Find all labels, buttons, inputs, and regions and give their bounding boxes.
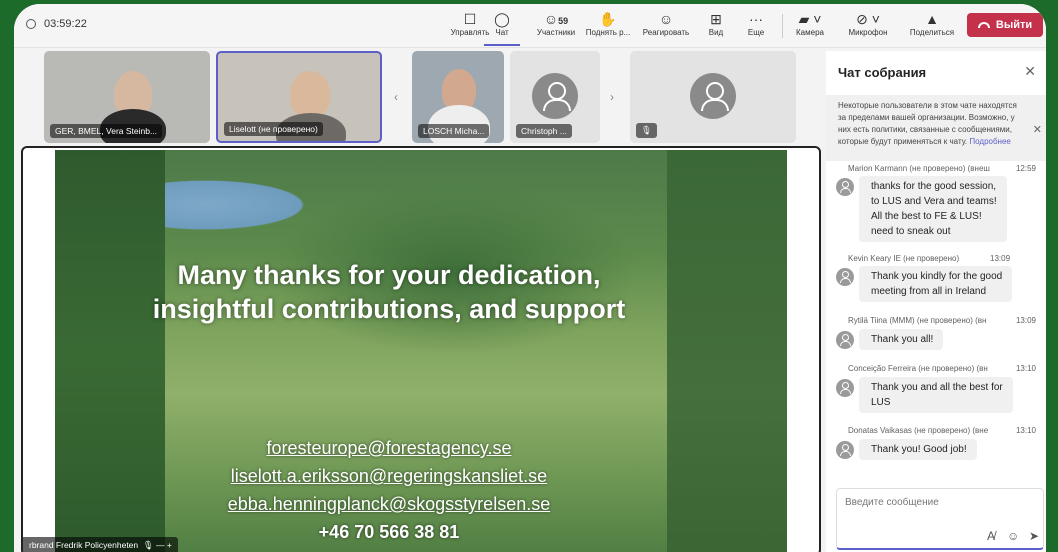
participants-button[interactable]: ☺59 Участники bbox=[528, 10, 584, 37]
avatar-icon bbox=[690, 73, 736, 119]
presentation-slide: Many thanks for your dedication, insight… bbox=[55, 150, 787, 552]
participants-count: 59 bbox=[558, 16, 569, 26]
participant-name: LOSCH Micha... bbox=[418, 124, 490, 138]
chat-title: Чат собрания bbox=[838, 65, 927, 80]
timer-text: 03:59:22 bbox=[44, 18, 87, 30]
presenter-label: rbrand Fredrik Policyenheten 🎙 — + bbox=[23, 537, 178, 552]
message-composer: A̸ ☺ ➤ bbox=[836, 488, 1044, 550]
avatar-icon bbox=[836, 178, 854, 196]
send-icon[interactable]: ➤ bbox=[1029, 529, 1039, 543]
slide-contacts: foresteurope@forestagency.se liselott.a.… bbox=[55, 434, 723, 546]
avatar-icon bbox=[836, 331, 854, 349]
chat-message[interactable]: thanks for the good session, to LUS and … bbox=[859, 176, 1007, 242]
participant-video bbox=[290, 71, 330, 117]
participant-tile[interactable]: 🎙 bbox=[630, 51, 796, 143]
meeting-toolbar: 03:59:22 ☐ Управлять ◯ Чат ☺59 Участники… bbox=[14, 4, 1046, 48]
camera-button[interactable]: ▰ ˅ Камера bbox=[782, 10, 838, 37]
strip-next-icon[interactable]: › bbox=[610, 90, 614, 104]
share-button[interactable]: ▲ Поделиться bbox=[904, 10, 960, 37]
dismiss-notice-icon[interactable]: ✕ bbox=[1033, 123, 1042, 136]
chat-button[interactable]: ◯ Чат bbox=[484, 10, 520, 46]
learn-more-link[interactable]: Подробнее bbox=[969, 137, 1011, 146]
participant-name: Liselott (не проверено) bbox=[224, 122, 323, 136]
chat-icon: ◯ bbox=[494, 11, 510, 27]
chat-message[interactable]: Thank you kindly for the good meeting fr… bbox=[859, 266, 1013, 302]
close-icon[interactable]: ✕ bbox=[1024, 63, 1036, 80]
participant-tile[interactable]: LOSCH Micha... bbox=[412, 51, 504, 143]
timer-icon bbox=[26, 19, 36, 29]
more-button[interactable]: ··· Еще bbox=[728, 10, 784, 37]
chat-message[interactable]: Thank you and all the best for LUS bbox=[859, 377, 1013, 413]
phone-icon bbox=[977, 22, 990, 28]
message-time: 13:09 bbox=[990, 254, 1011, 263]
format-icon[interactable]: A̸ bbox=[987, 529, 995, 543]
mic-muted-icon: 🎙 bbox=[636, 123, 657, 138]
participant-tile[interactable]: GER, BMEL, Vera Steinb... bbox=[44, 51, 210, 143]
meeting-timer: 03:59:22 bbox=[26, 18, 87, 30]
more-icon: ··· bbox=[749, 11, 763, 27]
chat-panel: Чат собрания ✕ Некоторые пользователи в … bbox=[826, 51, 1046, 552]
message-author: Rytilä Tiina (MMM) (не проверено) (вн bbox=[848, 316, 987, 325]
message-time: 12:59 bbox=[1015, 164, 1036, 173]
avatar-icon bbox=[836, 379, 854, 397]
mic-muted-icon: 🎙 — + bbox=[140, 540, 172, 550]
chat-message[interactable]: Thank you! Good job! bbox=[859, 439, 977, 460]
smile-icon: ☺ bbox=[658, 11, 674, 27]
react-button[interactable]: ☺ Реагировать bbox=[638, 10, 694, 37]
chat-message[interactable]: Thank you all! bbox=[859, 329, 944, 350]
message-input[interactable] bbox=[845, 497, 1025, 508]
message-author: Kevin Keary IE (не проверено) bbox=[848, 254, 960, 263]
contact-email[interactable]: liselott.a.eriksson@regeringskansliet.se bbox=[55, 462, 723, 490]
mic-button[interactable]: ⊘ ˅ Микрофон bbox=[840, 10, 896, 37]
shared-content-stage[interactable]: Many thanks for your dedication, insight… bbox=[21, 146, 821, 552]
participant-tile[interactable]: Christoph ... bbox=[510, 51, 600, 143]
contact-email[interactable]: ebba.henningplanck@skogsstyrelsen.se bbox=[55, 490, 723, 518]
external-users-notice: Некоторые пользователи в этом чате наход… bbox=[826, 95, 1046, 161]
participant-name: Christoph ... bbox=[516, 124, 572, 138]
message-time: 13:10 bbox=[1015, 364, 1036, 373]
camera-off-icon: ▰ ˅ bbox=[798, 11, 822, 27]
raise-hand-button[interactable]: ✋ Поднять р... bbox=[580, 10, 636, 37]
avatar-icon bbox=[836, 441, 854, 459]
contact-email[interactable]: foresteurope@forestagency.se bbox=[55, 434, 723, 462]
avatar-icon bbox=[532, 73, 578, 119]
message-author: Conceição Ferreira (не проверено) (вн bbox=[848, 364, 988, 373]
message-author: Marion Karmann (не проверено) (внеш bbox=[848, 164, 990, 173]
emoji-icon[interactable]: ☺ bbox=[1007, 529, 1019, 543]
message-time: 13:09 bbox=[1015, 316, 1036, 325]
teams-window: 03:59:22 ☐ Управлять ◯ Чат ☺59 Участники… bbox=[14, 4, 1046, 552]
leave-button[interactable]: Выйти bbox=[967, 13, 1043, 37]
message-author: Donatas Vaikasas (не проверено) (вне bbox=[848, 426, 989, 435]
hand-icon: ✋ bbox=[599, 11, 617, 27]
share-icon: ▲ bbox=[925, 11, 939, 27]
avatar-icon bbox=[836, 268, 854, 286]
strip-prev-icon[interactable]: ‹ bbox=[394, 90, 398, 104]
message-time: 13:10 bbox=[1015, 426, 1036, 435]
slide-title: Many thanks for your dedication, insight… bbox=[152, 260, 626, 324]
people-icon: ☺59 bbox=[543, 11, 569, 27]
participant-name: GER, BMEL, Vera Steinb... bbox=[50, 124, 163, 138]
participant-tile-selected[interactable]: Liselott (не проверено) bbox=[216, 51, 382, 143]
mic-off-icon: ⊘ ˅ bbox=[856, 11, 880, 27]
